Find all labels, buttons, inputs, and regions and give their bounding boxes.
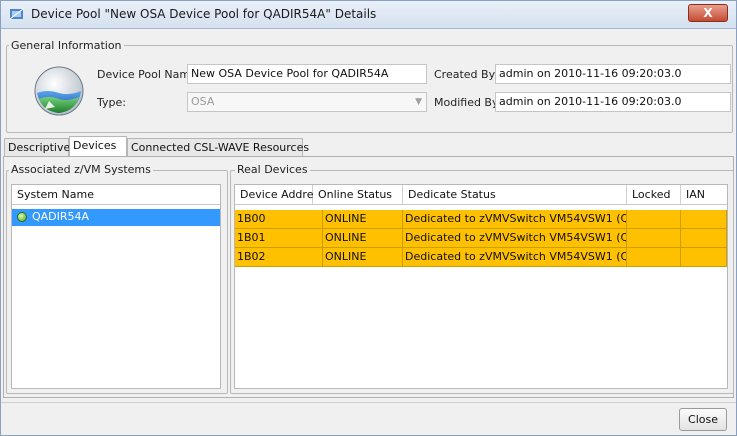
device-address-cell: 1B02 — [235, 248, 323, 267]
ian-cell — [681, 229, 727, 248]
device-pool-icon — [9, 8, 24, 20]
type-select[interactable]: OSA ▼ — [187, 92, 427, 112]
col-header-online-status[interactable]: Online Status — [313, 185, 403, 205]
title-bar: Device Pool "New OSA Device Pool for QAD… — [1, 1, 736, 29]
col-header-device-address[interactable]: Device Address — [235, 185, 325, 205]
system-status-icon — [17, 212, 27, 222]
table-row[interactable]: 1B00 ONLINE Dedicated to zVMVSwitch VM54… — [235, 210, 727, 229]
ian-cell — [681, 210, 727, 229]
ian-cell — [681, 248, 727, 267]
pool-name-label: Device Pool Name: — [97, 68, 201, 81]
tab-connected-csl-wave-resources[interactable]: Connected CSL-WAVE Resources — [127, 138, 309, 157]
real-devices-table[interactable]: Device Address Online Status Dedicate St… — [234, 184, 728, 389]
tab-devices[interactable]: Devices — [69, 136, 127, 157]
window-close-button[interactable]: X — [688, 4, 728, 22]
locked-cell — [627, 248, 681, 267]
system-name-text: QADIR54A — [32, 210, 90, 223]
real-devices-legend: Real Devices — [235, 163, 310, 176]
pool-name-field[interactable]: New OSA Device Pool for QADIR54A — [187, 64, 427, 84]
general-information-legend: General Information — [9, 39, 124, 52]
system-name-header[interactable]: System Name — [12, 185, 220, 205]
online-status-cell: ONLINE — [323, 210, 403, 229]
col-header-ian[interactable]: IAN — [681, 185, 727, 205]
locked-cell — [627, 229, 681, 248]
window-title: Device Pool "New OSA Device Pool for QAD… — [31, 7, 377, 21]
dedicate-status-cell: Dedicated to zVMVSwitch VM54VSW1 (QADI..… — [403, 229, 627, 248]
dedicate-status-cell: Dedicated to zVMVSwitch VM54VSW1 (QADI..… — [403, 210, 627, 229]
modified-by-field[interactable]: admin on 2010-11-16 09:20:03.0 — [495, 92, 731, 112]
system-list-item[interactable]: QADIR54A — [12, 209, 220, 226]
footer-divider — [1, 402, 736, 403]
device-pool-logo-icon — [34, 66, 84, 116]
online-status-cell: ONLINE — [323, 248, 403, 267]
table-row[interactable]: 1B01 ONLINE Dedicated to zVMVSwitch VM54… — [235, 229, 727, 248]
created-by-field[interactable]: admin on 2010-11-16 09:20:03.0 — [495, 64, 731, 84]
tab-descriptive[interactable]: Descriptive — [4, 138, 70, 157]
created-by-label: Created By: — [434, 68, 498, 81]
modified-by-label: Modified By: — [434, 96, 502, 109]
locked-cell — [627, 210, 681, 229]
type-label: Type: — [97, 96, 126, 109]
dedicate-status-cell: Dedicated to zVMVSwitch VM54VSW1 (QADI..… — [403, 248, 627, 267]
col-header-locked[interactable]: Locked — [627, 185, 681, 205]
close-button[interactable]: Close — [679, 408, 727, 431]
device-address-cell: 1B00 — [235, 210, 323, 229]
device-address-cell: 1B01 — [235, 229, 323, 248]
associated-systems-list[interactable]: System Name QADIR54A — [11, 184, 221, 389]
general-information-group — [6, 45, 733, 133]
col-header-dedicate-status[interactable]: Dedicate Status — [403, 185, 627, 205]
device-pool-details-window: Device Pool "New OSA Device Pool for QAD… — [0, 0, 737, 436]
table-row[interactable]: 1B02 ONLINE Dedicated to zVMVSwitch VM54… — [235, 248, 727, 267]
chevron-down-icon: ▼ — [415, 97, 422, 107]
associated-systems-legend: Associated z/VM Systems — [9, 163, 153, 176]
online-status-cell: ONLINE — [323, 229, 403, 248]
type-select-value: OSA — [191, 95, 215, 108]
